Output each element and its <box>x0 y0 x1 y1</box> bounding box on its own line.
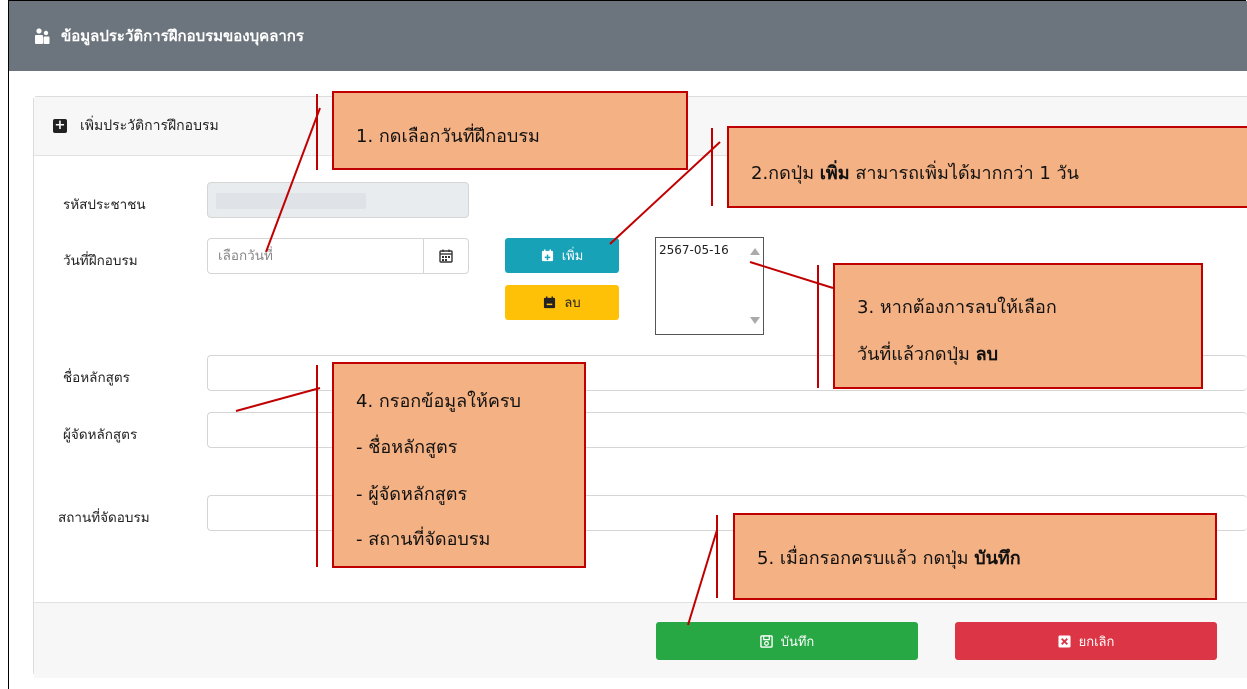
delete-date-button[interactable]: ลบ <box>505 285 619 320</box>
callout-2-text: 2.กดปุ่ม เพิ่ม สามารถเพิ่มได้มากกว่า 1 ว… <box>751 163 1079 184</box>
scroll-down-icon[interactable] <box>750 317 760 324</box>
callout-step-3: 3. หากต้องการลบให้เลือก วันที่แล้วกดปุ่ม… <box>833 263 1203 389</box>
callout-step-1: 1. กดเลือกวันที่ฝึกอบรม <box>332 91 688 170</box>
callout-step-2: 2.กดปุ่ม เพิ่ม สามารถเพิ่มได้มากกว่า 1 ว… <box>727 126 1247 208</box>
card-title: เพิ่มประวัติการฝึกอบรม <box>80 118 219 134</box>
callout-3-line1: 3. หากต้องการลบให้เลือก <box>857 297 1057 318</box>
training-place-label: สถานที่จัดอบรม <box>58 510 150 526</box>
page-title: ข้อมูลประวัติการฝึกอบรมของบุคลากร <box>61 27 304 45</box>
callout-1-text: 1. กดเลือกวันที่ฝึกอบรม <box>356 126 540 147</box>
citizen-id-field <box>207 182 469 218</box>
callout-step-4: 4. กรอกข้อมูลให้ครบ - ชื่อหลักสูตร - ผู้… <box>332 362 586 568</box>
course-name-label: ชื่อหลักสูตร <box>63 370 130 386</box>
save-button[interactable]: บันทึก <box>656 622 918 660</box>
callout-4-line2: - ชื่อหลักสูตร <box>356 437 458 458</box>
callout-4-line4: - สถานที่จัดอบรม <box>356 529 491 550</box>
close-square-icon <box>1058 634 1071 648</box>
calendar-minus-icon <box>544 296 556 309</box>
add-date-label: เพิ่ม <box>561 249 584 264</box>
scroll-up-icon[interactable] <box>750 248 760 255</box>
plus-square-icon: + <box>53 118 67 133</box>
callout-step-5: 5. เมื่อกรอกครบแล้ว กดปุ่ม บันทึก <box>733 513 1217 600</box>
callout-5-text: 5. เมื่อกรอกครบแล้ว กดปุ่ม บันทึก <box>757 548 1021 569</box>
training-date-placeholder: เลือกวันที่ <box>218 248 273 264</box>
users-icon <box>33 27 51 45</box>
calendar-icon <box>439 249 453 263</box>
course-organizer-label: ผู้จัดหลักสูตร <box>63 427 138 443</box>
calendar-plus-icon <box>541 249 553 262</box>
selected-dates-list[interactable]: 2567-05-16 <box>655 237 764 335</box>
list-item[interactable]: 2567-05-16 <box>659 243 729 257</box>
callout-4-line3: - ผู้จัดหลักสูตร <box>356 484 468 505</box>
page-header: ข้อมูลประวัติการฝึกอบรมของบุคลากร <box>9 1 1247 71</box>
save-label: บันทึก <box>780 634 815 650</box>
citizen-id-label: รหัสประชาชน <box>63 197 146 213</box>
callout-4-line1: 4. กรอกข้อมูลให้ครบ <box>356 391 521 412</box>
delete-date-label: ลบ <box>564 296 581 311</box>
cancel-button[interactable]: ยกเลิก <box>955 622 1217 660</box>
calendar-button[interactable] <box>423 239 468 273</box>
redacted-value <box>216 193 366 209</box>
callout-3-line2: วันที่แล้วกดปุ่ม ลบ <box>857 344 999 365</box>
training-date-input[interactable]: เลือกวันที่ <box>207 238 469 274</box>
training-date-label: วันที่ฝึกอบรม <box>63 253 138 269</box>
save-icon <box>759 634 773 648</box>
add-date-button[interactable]: เพิ่ม <box>505 238 619 273</box>
cancel-label: ยกเลิก <box>1078 634 1115 650</box>
